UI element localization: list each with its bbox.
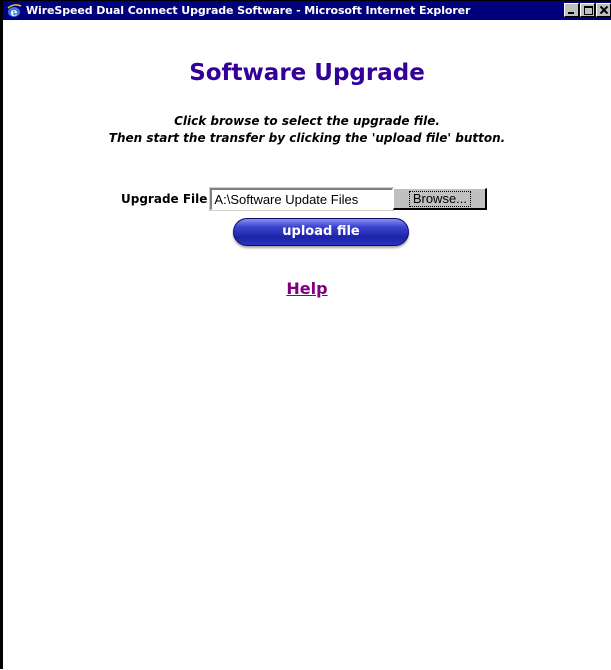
browser-window: e WireSpeed Dual Connect Upgrade Softwar… [0,0,611,669]
help-link-container: Help [3,279,611,298]
upgrade-file-label: Upgrade File [121,192,208,206]
maximize-icon[interactable] [580,3,595,17]
upgrade-file-input[interactable] [209,187,395,211]
instructions: Click browse to select the upgrade file.… [3,113,611,147]
svg-text:e: e [11,6,18,19]
browse-button-label: Browse... [408,190,472,207]
page-title: Software Upgrade [189,60,425,86]
internet-explorer-icon: e [6,2,22,19]
upgrade-file-row: Upgrade File Browse... [121,187,488,211]
window-title: WireSpeed Dual Connect Upgrade Software … [26,4,471,17]
browse-button[interactable]: Browse... [393,188,488,210]
title-bar[interactable]: e WireSpeed Dual Connect Upgrade Softwar… [3,1,611,20]
window-controls [563,3,611,17]
minimize-icon[interactable] [564,3,579,17]
instructions-line-2: Then start the transfer by clicking the … [108,131,506,145]
instructions-line-1: Click browse to select the upgrade file. [174,114,440,128]
help-link[interactable]: Help [286,279,327,298]
upload-file-button[interactable]: upload file [233,218,409,246]
close-icon[interactable] [596,3,611,17]
page-content: Software Upgrade Click browse to select … [3,20,611,670]
